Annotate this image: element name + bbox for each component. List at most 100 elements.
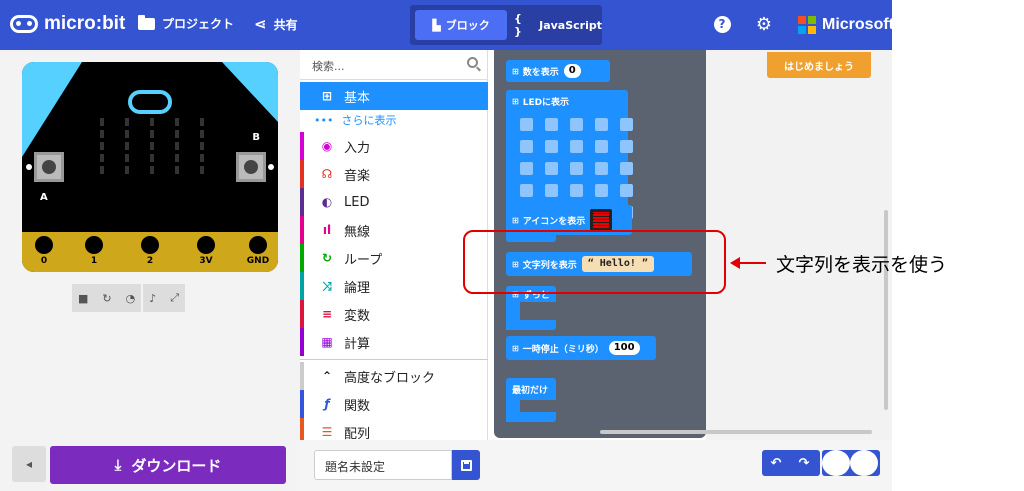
category-label: 変数 (344, 308, 371, 324)
puzzle-icon: ▙ (432, 18, 441, 32)
board-mount-hole (268, 164, 274, 170)
radio-icon: ◉ (321, 139, 333, 153)
javascript-mode-tab[interactable]: { } JavaScript (514, 10, 602, 40)
workspace-vertical-scrollbar[interactable] (884, 210, 888, 410)
block-label: 数を表示 (522, 67, 559, 78)
on-start-block-bottom (506, 412, 556, 422)
block-label: アイコンを表示 (522, 216, 586, 227)
category-led[interactable]: ◐ LED (300, 188, 488, 216)
save-icon (460, 459, 472, 471)
category-label: 関数 (344, 398, 371, 414)
share-icon: ⋖ (254, 15, 267, 33)
pin-gnd[interactable]: GND (242, 232, 274, 270)
microsoft-logo[interactable]: Microsoft (798, 16, 894, 34)
microsoft-logo-icon (798, 16, 816, 34)
stop-icon[interactable]: ■ (78, 292, 88, 305)
category-loops[interactable]: ↻ ループ (300, 244, 488, 272)
microbit-board[interactable]: A B 0 1 2 3V GND (22, 62, 278, 272)
save-button[interactable] (452, 450, 480, 480)
category-radio[interactable]: ıl 無線 (300, 216, 488, 244)
board-mount-hole (26, 164, 32, 170)
tutorial-start-button[interactable]: はじめましょう (767, 52, 871, 78)
zoom-in-button[interactable]: + (822, 450, 850, 476)
plus-icon: + (822, 450, 850, 476)
redo-icon[interactable]: ↷ (790, 450, 818, 476)
brand-name: micro:bit (44, 13, 126, 34)
button-b[interactable] (236, 152, 266, 182)
number-field[interactable]: 100 (608, 341, 640, 355)
search-icon[interactable] (467, 57, 478, 68)
projects-button[interactable]: プロジェクト (138, 14, 234, 32)
headphones-icon: ☊ (321, 167, 333, 181)
signal-icon: ıl (322, 223, 332, 237)
settings-button[interactable]: ⚙ (754, 13, 774, 35)
collapse-icon: ◂ (25, 457, 33, 471)
callout-arrow-icon (730, 257, 740, 269)
gear-icon: ⚙ (755, 13, 773, 35)
simulator-toolbar: ■ ↻ ◔ ♪ ⤢ (72, 284, 186, 312)
braces-icon: { } (514, 12, 522, 38)
category-functions[interactable]: ƒ 関数 (300, 390, 488, 418)
category-variables[interactable]: ≡ 変数 (300, 300, 488, 328)
pin-0[interactable]: 0 (30, 232, 58, 270)
on-start-block[interactable]: 最初だけ (506, 378, 556, 400)
sound-icon[interactable]: ♪ (149, 292, 156, 305)
blocks-mode-tab[interactable]: ▙ ブロック (415, 10, 507, 40)
block-label: LEDに表示 (522, 97, 570, 108)
slow-motion-icon[interactable]: ◔ (126, 292, 136, 305)
download-button[interactable]: ⤓ ダウンロード (50, 446, 286, 484)
loop-icon: ↻ (321, 251, 333, 265)
heart-icon (593, 212, 610, 228)
share-button[interactable]: ⋖ 共有 (254, 15, 298, 33)
zoom-group: + − (822, 450, 880, 476)
grid-icon: ⊞ (512, 343, 519, 353)
show-more-link[interactable]: ••• さらに表示 (314, 110, 488, 130)
restart-icon[interactable]: ↻ (102, 292, 111, 305)
category-label: LED (344, 194, 370, 210)
zoom-out-button[interactable]: − (850, 450, 878, 476)
search-placeholder: 検索... (312, 60, 345, 73)
microbit-logo-icon (10, 15, 38, 33)
help-button[interactable]: ? (712, 14, 732, 34)
microbit-face-logo (128, 90, 172, 114)
icon-picker[interactable] (590, 209, 613, 231)
block-label: 最初だけ (512, 385, 549, 396)
simulator-panel: A B 0 1 2 3V GND ■ ↻ ◔ ♪ ⤢ (0, 50, 300, 491)
block-toolbox: 検索... ⊞ 基本 ••• さらに表示 ◉ 入力 ☊ 音楽 ◐ LED ıl … (300, 50, 488, 446)
button-a[interactable] (34, 152, 64, 182)
callout-arrow-line (738, 262, 766, 264)
undo-icon[interactable]: ↶ (762, 450, 790, 476)
category-label: 入力 (344, 140, 371, 156)
fullscreen-icon[interactable]: ⤢ (170, 291, 179, 305)
top-menu-bar: micro:bit プロジェクト ⋖ 共有 ▙ ブロック { } JavaScr… (0, 0, 894, 50)
folder-icon (138, 14, 155, 30)
blocks-mode-label: ブロック (445, 19, 490, 32)
workspace-horizontal-scrollbar[interactable] (600, 430, 872, 434)
led-matrix (100, 118, 204, 178)
category-music[interactable]: ☊ 音楽 (300, 160, 488, 188)
category-basic[interactable]: ⊞ 基本 (300, 82, 488, 110)
category-math[interactable]: ▦ 計算 (300, 328, 488, 356)
pin-1[interactable]: 1 (80, 232, 108, 270)
blocks-workspace[interactable] (706, 50, 892, 440)
toggle-icon: ◐ (321, 195, 333, 209)
project-name-input[interactable]: 題名未設定 (314, 450, 452, 480)
help-icon: ? (713, 15, 731, 33)
pin-2[interactable]: 2 (136, 232, 164, 270)
microsoft-label: Microsoft (822, 16, 894, 33)
category-input[interactable]: ◉ 入力 (300, 132, 488, 160)
pin-3v[interactable]: 3V (192, 232, 220, 270)
sim-view-group: ♪ ⤢ (143, 284, 186, 312)
editor-mode-switch: ▙ ブロック { } JavaScript (410, 5, 602, 45)
category-label: 無線 (344, 224, 371, 240)
pause-block[interactable]: ⊞ 一時停止（ミリ秒） 100 (506, 336, 656, 360)
microbit-logo[interactable]: micro:bit (10, 13, 125, 35)
collapse-simulator-button[interactable]: ◂ (12, 446, 46, 482)
show-number-block[interactable]: ⊞ 数を表示 0 (506, 60, 610, 82)
category-label: 音楽 (344, 168, 371, 184)
category-logic[interactable]: ⤨ 論理 (300, 272, 488, 300)
advanced-toggle[interactable]: ⌃ 高度なブロック (300, 362, 488, 390)
grid-icon: ⊞ (512, 96, 519, 106)
number-field[interactable]: 0 (563, 64, 581, 78)
toolbox-search-input[interactable]: 検索... (300, 50, 488, 80)
